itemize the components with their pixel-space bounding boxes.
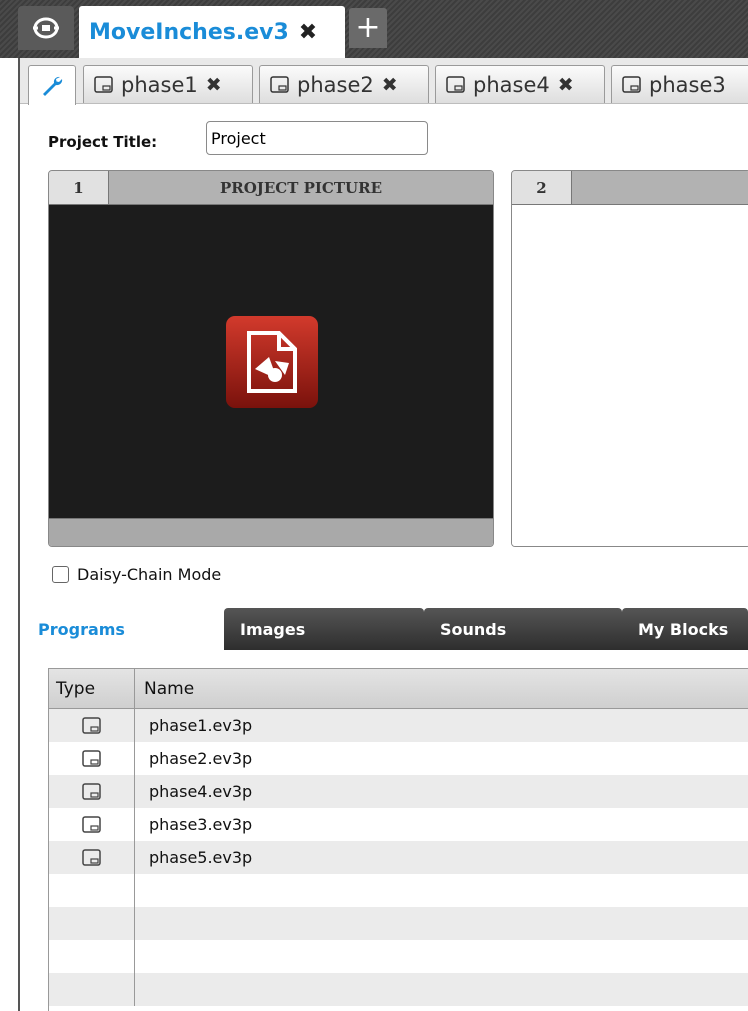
name-cell: phase1.ev3p [149, 716, 253, 735]
tab-program-phase2[interactable]: phase2 ✖ [259, 65, 429, 103]
type-cell [49, 841, 135, 874]
project-tab-close-icon[interactable]: ✖ [299, 20, 317, 45]
program-icon [82, 816, 101, 833]
empty-row [49, 973, 748, 1006]
tab-label: phase1 [121, 72, 198, 97]
programs-table: Type Name phase1.ev3p phase2.ev3p phase4… [48, 668, 748, 1011]
project-picture-panel: 1 PROJECT PICTURE [48, 170, 494, 547]
picture-panel-footer [49, 518, 493, 546]
tab-label: Images [240, 619, 306, 639]
tab-label: Programs [38, 619, 125, 639]
daisy-chain-label: Daisy-Chain Mode [77, 565, 222, 584]
picture-panel-number: 1 [49, 171, 109, 204]
project-picture-panel-2: 2 [511, 170, 748, 547]
tab-label: Sounds [440, 619, 507, 639]
content-tab-row: Programs Images Sounds My Blocks [20, 606, 748, 650]
image-file-glyph [247, 331, 297, 393]
close-icon[interactable]: ✖ [206, 74, 222, 96]
tab-my-blocks[interactable]: My Blocks [622, 608, 748, 650]
lobby-icon [33, 17, 59, 39]
image-file-icon[interactable] [226, 316, 318, 408]
program-icon [82, 717, 101, 734]
tab-sounds[interactable]: Sounds [424, 608, 622, 650]
name-cell: phase4.ev3p [149, 782, 253, 801]
project-tab-bar: MoveInches.ev3 ✖ + [0, 0, 748, 58]
table-row[interactable]: phase1.ev3p [49, 709, 748, 742]
type-cell [49, 874, 135, 907]
wrench-icon [43, 76, 63, 96]
column-header-type[interactable]: Type [49, 669, 135, 708]
type-cell [49, 709, 135, 742]
name-cell: phase2.ev3p [149, 749, 253, 768]
table-header: Type Name [49, 669, 748, 709]
project-properties-page: phase1 ✖ phase2 ✖ phase4 ✖ phase3 Projec… [18, 58, 748, 1011]
program-tab-row: phase1 ✖ phase2 ✖ phase4 ✖ phase3 [20, 58, 748, 105]
table-row[interactable]: phase3.ev3p [49, 808, 748, 841]
tab-program-phase1[interactable]: phase1 ✖ [83, 65, 253, 103]
tab-label: phase2 [297, 72, 374, 97]
picture-panel-body[interactable] [512, 205, 748, 546]
program-icon [622, 76, 641, 93]
program-icon [446, 76, 465, 93]
picture-panel-number: 2 [512, 171, 572, 204]
type-cell [49, 973, 135, 1006]
type-cell [49, 940, 135, 973]
lobby-button[interactable] [18, 6, 74, 50]
program-icon [94, 76, 113, 93]
table-row[interactable]: phase5.ev3p [49, 841, 748, 874]
name-cell: phase3.ev3p [149, 815, 253, 834]
add-project-button[interactable]: + [349, 8, 387, 48]
picture-panel-header: 2 [512, 171, 748, 205]
program-icon [82, 849, 101, 866]
empty-row [49, 940, 748, 973]
tab-label: My Blocks [638, 619, 729, 639]
tab-images[interactable]: Images [224, 608, 424, 650]
project-title-label: Project Title: [48, 133, 158, 151]
picture-panel-header: 1 PROJECT PICTURE [49, 171, 493, 205]
tab-program-phase4[interactable]: phase4 ✖ [435, 65, 605, 103]
project-tab[interactable]: MoveInches.ev3 ✖ [79, 6, 345, 58]
plus-icon: + [355, 10, 381, 45]
empty-row [49, 907, 748, 940]
name-cell: phase5.ev3p [149, 848, 253, 867]
tab-label: phase3 [649, 72, 726, 97]
table-row[interactable]: phase2.ev3p [49, 742, 748, 775]
tab-program-phase3[interactable]: phase3 [611, 65, 748, 103]
program-icon [82, 783, 101, 800]
tab-programs[interactable]: Programs [28, 608, 224, 650]
picture-panel-title: PROJECT PICTURE [219, 178, 383, 197]
tab-label: phase4 [473, 72, 550, 97]
close-icon[interactable]: ✖ [382, 74, 398, 96]
type-cell [49, 907, 135, 940]
program-icon [270, 76, 289, 93]
name-cell [135, 907, 748, 940]
picture-panel-title [572, 171, 748, 204]
type-cell [49, 742, 135, 775]
picture-drop-area[interactable] [49, 205, 493, 518]
tab-project-properties[interactable] [28, 65, 76, 105]
program-icon [82, 750, 101, 767]
name-cell [135, 874, 748, 907]
daisy-chain-toggle[interactable]: Daisy-Chain Mode [52, 565, 221, 584]
close-icon[interactable]: ✖ [558, 74, 574, 96]
table-row[interactable]: phase4.ev3p [49, 775, 748, 808]
empty-row [49, 874, 748, 907]
name-cell [135, 940, 748, 973]
type-cell [49, 775, 135, 808]
daisy-chain-checkbox[interactable] [52, 566, 69, 583]
project-title-input[interactable] [206, 121, 428, 155]
project-tab-name: MoveInches.ev3 [89, 19, 289, 45]
name-cell [135, 973, 748, 1006]
type-cell [49, 808, 135, 841]
column-header-name[interactable]: Name [135, 669, 748, 708]
